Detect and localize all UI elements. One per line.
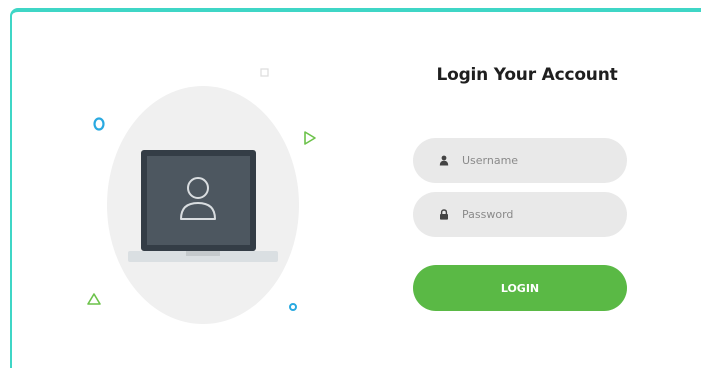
- login-title: Login Your Account: [436, 65, 618, 85]
- login-illustration: [12, 12, 352, 372]
- small-ring-deco-icon: [289, 303, 297, 311]
- triangle-right-deco-icon: [304, 131, 316, 145]
- login-card: Login Your Account LOGIN: [10, 8, 701, 368]
- lock-icon: [440, 209, 448, 220]
- password-input[interactable]: [462, 208, 612, 221]
- username-field[interactable]: [413, 138, 627, 183]
- laptop-user-icon: [128, 150, 278, 262]
- square-deco-icon: [260, 68, 269, 77]
- user-icon: [439, 155, 449, 166]
- ring-deco-icon: [93, 117, 105, 131]
- triangle-up-deco-icon: [87, 293, 101, 305]
- login-button[interactable]: LOGIN: [413, 265, 627, 311]
- password-field[interactable]: [413, 192, 627, 237]
- username-input[interactable]: [462, 154, 612, 167]
